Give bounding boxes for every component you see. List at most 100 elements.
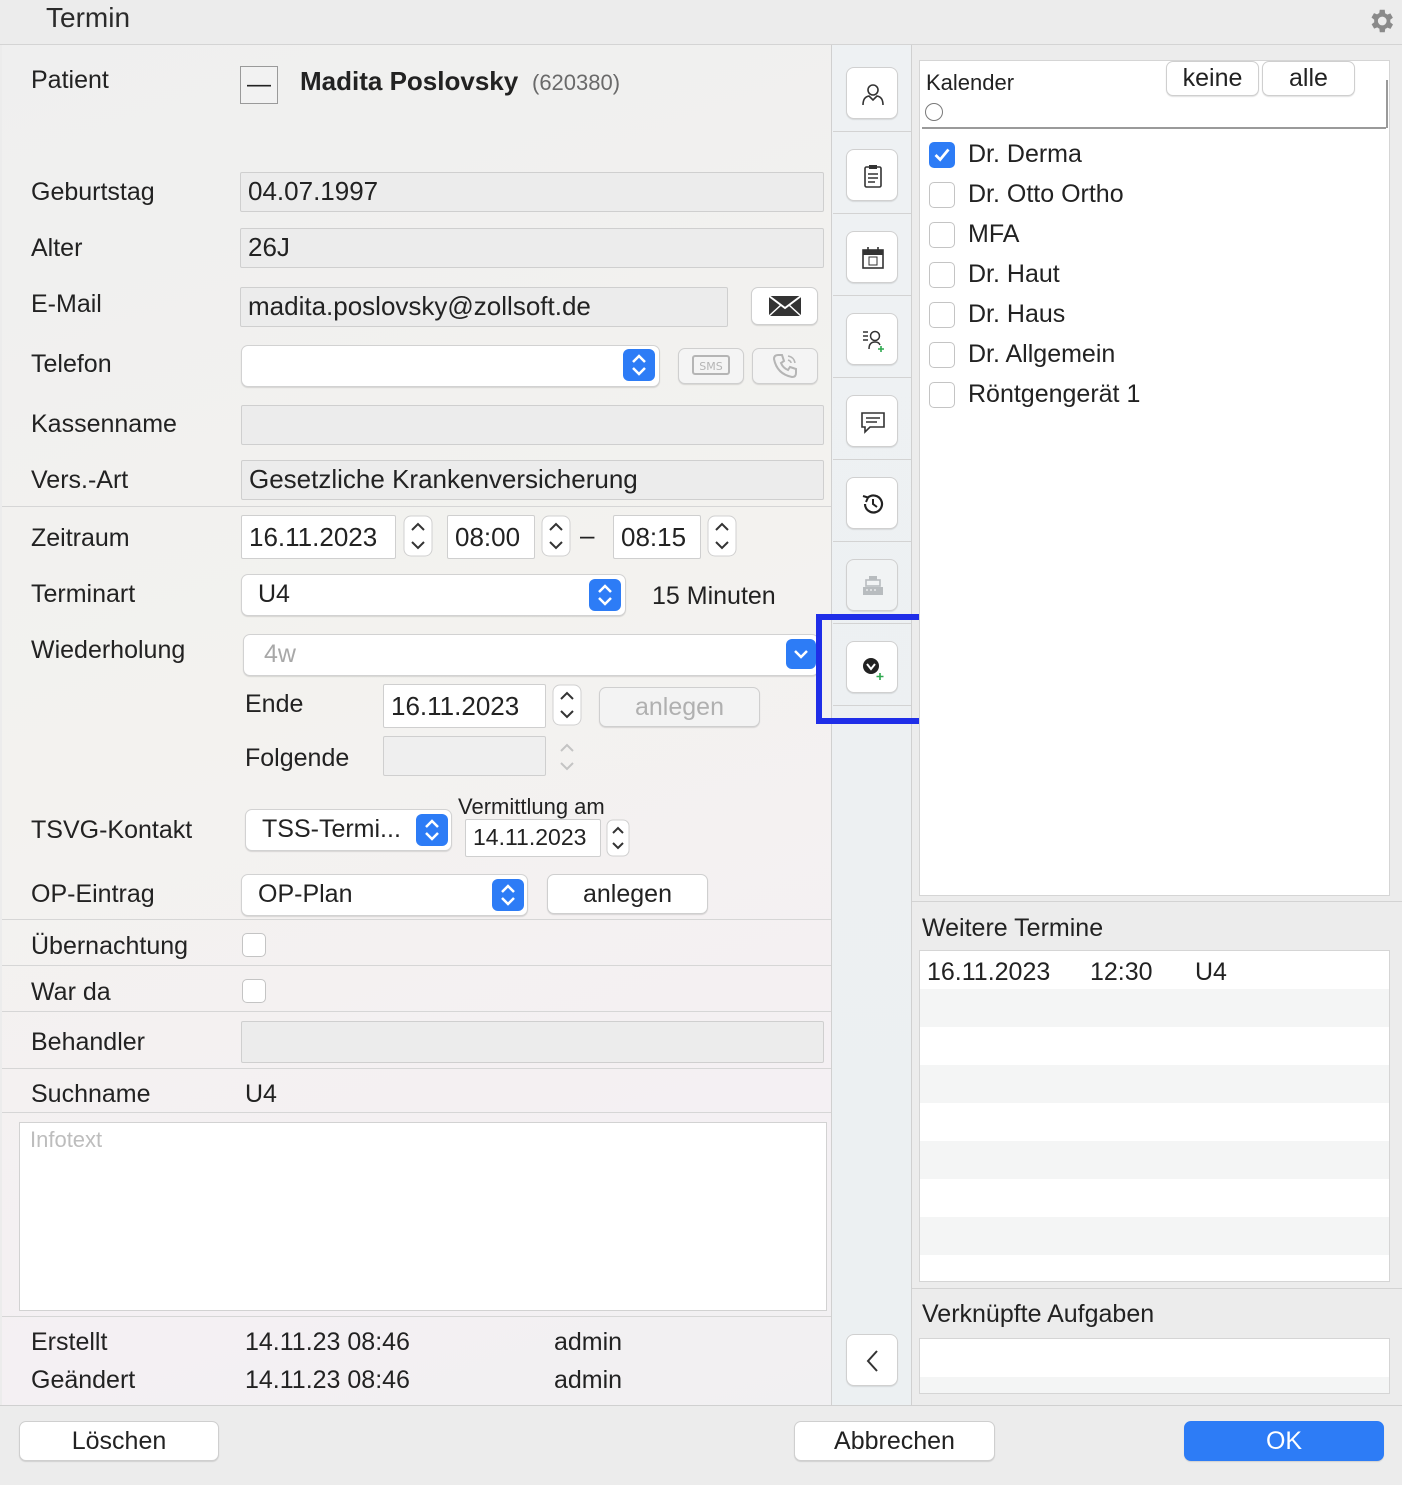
calendar-item-checkbox[interactable]: [929, 182, 955, 208]
divider: [2, 919, 831, 920]
tsvg-select-arrows[interactable]: [416, 814, 448, 846]
ende-anlegen-button[interactable]: anlegen: [599, 687, 760, 727]
calendar-item[interactable]: MFA: [928, 220, 1368, 250]
patient-collapse-button[interactable]: —: [240, 66, 278, 104]
calendar-item-checkbox[interactable]: [929, 222, 955, 248]
uebernachtung-label: Übernachtung: [31, 932, 189, 960]
divider: [2, 1068, 831, 1069]
updown-chevron-icon: [632, 354, 646, 376]
zeitraum-start-stepper[interactable]: [541, 515, 571, 557]
title-bar: [0, 0, 1402, 45]
patient-name: Madita Poslovsky: [300, 66, 519, 96]
send-email-button[interactable]: [751, 287, 818, 325]
calendar-item[interactable]: Dr. Otto Ortho: [928, 180, 1368, 210]
suchname-value: U4: [245, 1080, 277, 1108]
zeitraum-dash: –: [580, 520, 595, 550]
divider: [833, 541, 911, 542]
calendar-item[interactable]: Röntgengerät 1: [928, 380, 1368, 410]
geaendert-date: 14.11.23 08:46: [245, 1366, 410, 1394]
behandler-field: [241, 1021, 824, 1063]
delete-button[interactable]: Löschen: [19, 1421, 219, 1461]
calendar-item[interactable]: Dr. Haus: [928, 300, 1368, 330]
zeitraum-start-field[interactable]: 08:00: [447, 515, 535, 559]
infotext-area[interactable]: Infotext: [19, 1122, 827, 1311]
calendar-none-button[interactable]: keine: [1166, 61, 1259, 96]
op-select-arrows[interactable]: [492, 879, 524, 911]
calendar-item-checkbox[interactable]: [929, 382, 955, 408]
op-anlegen-button[interactable]: anlegen: [547, 874, 708, 914]
divider: [833, 459, 911, 460]
calendar-item[interactable]: Dr. Derma: [928, 140, 1368, 170]
gear-icon[interactable]: [1366, 6, 1396, 36]
telefon-select-arrows[interactable]: [623, 349, 655, 381]
history-button[interactable]: [846, 477, 898, 529]
divider: [833, 377, 911, 378]
zeitraum-date-field[interactable]: 16.11.2023: [241, 515, 396, 559]
calendar-item-label: Röntgengerät 1: [968, 380, 1141, 408]
terminart-select-arrows[interactable]: [589, 579, 621, 611]
sms-icon: SMS: [692, 355, 730, 375]
table-row-empty: [920, 1103, 1389, 1141]
vermittlung-field[interactable]: 14.11.2023: [465, 819, 601, 857]
history-icon: [862, 494, 884, 514]
zeitraum-date-stepper[interactable]: [403, 515, 433, 557]
add-person-button[interactable]: [846, 313, 898, 365]
calendar-header: Kalender: [926, 70, 1015, 95]
patient-button[interactable]: [846, 67, 898, 119]
alter-field: 26J: [240, 228, 824, 268]
folgende-field[interactable]: [383, 736, 546, 776]
erstellt-label: Erstellt: [31, 1328, 108, 1356]
zeitraum-end-field[interactable]: 08:15: [613, 515, 701, 559]
cancel-button[interactable]: Abbrechen: [794, 1421, 995, 1461]
infotext-placeholder: Infotext: [30, 1127, 103, 1152]
wiederholung-select-arrow[interactable]: [786, 639, 816, 669]
geaendert-user: admin: [554, 1366, 623, 1394]
uebernachtung-checkbox[interactable]: [242, 933, 266, 957]
collapse-button[interactable]: [846, 1334, 898, 1386]
email-field[interactable]: madita.poslovsky@zollsoft.de: [240, 287, 728, 327]
cash-register-button[interactable]: [846, 559, 898, 611]
divider: [912, 901, 1402, 902]
calendar-item-checkbox[interactable]: [929, 302, 955, 328]
table-row-empty: [920, 1217, 1389, 1255]
erstellt-date: 14.11.23 08:46: [245, 1328, 410, 1356]
ende-stepper[interactable]: [552, 684, 582, 726]
calendar-item-checkbox[interactable]: [929, 142, 955, 168]
stepper-icon: [560, 743, 574, 771]
folgende-stepper[interactable]: [552, 736, 582, 778]
clipboard-button[interactable]: [846, 149, 898, 201]
vermittlung-stepper[interactable]: [606, 819, 630, 857]
calendar-all-button[interactable]: alle: [1262, 61, 1355, 96]
email-label: E-Mail: [31, 290, 102, 318]
terminart-select[interactable]: U4: [241, 574, 626, 616]
calendar-item-checkbox[interactable]: [929, 262, 955, 288]
calendar-radio[interactable]: [925, 103, 943, 121]
table-row-empty: [920, 1339, 1389, 1377]
zeitraum-end-stepper[interactable]: [707, 515, 737, 557]
aufgaben-title: Verknüpfte Aufgaben: [922, 1300, 1155, 1328]
wiederholung-select[interactable]: 4w: [243, 634, 819, 676]
sms-button[interactable]: SMS: [678, 348, 744, 384]
ende-field[interactable]: 16.11.2023: [383, 684, 546, 728]
vermittlung-label: Vermittlung am: [458, 794, 605, 819]
ok-button[interactable]: OK: [1184, 1421, 1384, 1461]
geburtstag-field: 04.07.1997: [240, 172, 824, 212]
op-select[interactable]: OP-Plan: [241, 874, 528, 916]
versart-field: Gesetzliche Krankenversicherung: [241, 460, 824, 500]
warda-checkbox[interactable]: [242, 979, 266, 1003]
call-button[interactable]: [752, 348, 818, 384]
calendar-button[interactable]: [846, 231, 898, 283]
calendar-item[interactable]: Dr. Allgemein: [928, 340, 1368, 370]
updown-chevron-icon: [425, 819, 439, 841]
calendar-item[interactable]: Dr. Haut: [928, 260, 1368, 290]
calendar-item-checkbox[interactable]: [929, 342, 955, 368]
calendar-item-label: Dr. Allgemein: [968, 340, 1116, 368]
table-row[interactable]: 16.11.2023 12:30 U4: [920, 951, 1389, 989]
divider: [2, 1112, 831, 1113]
telefon-select[interactable]: [241, 345, 660, 387]
divider: [1386, 80, 1388, 128]
ende-label: Ende: [245, 690, 304, 718]
divider: [833, 295, 911, 296]
message-button[interactable]: [846, 395, 898, 447]
table-row-empty: [920, 1377, 1389, 1393]
